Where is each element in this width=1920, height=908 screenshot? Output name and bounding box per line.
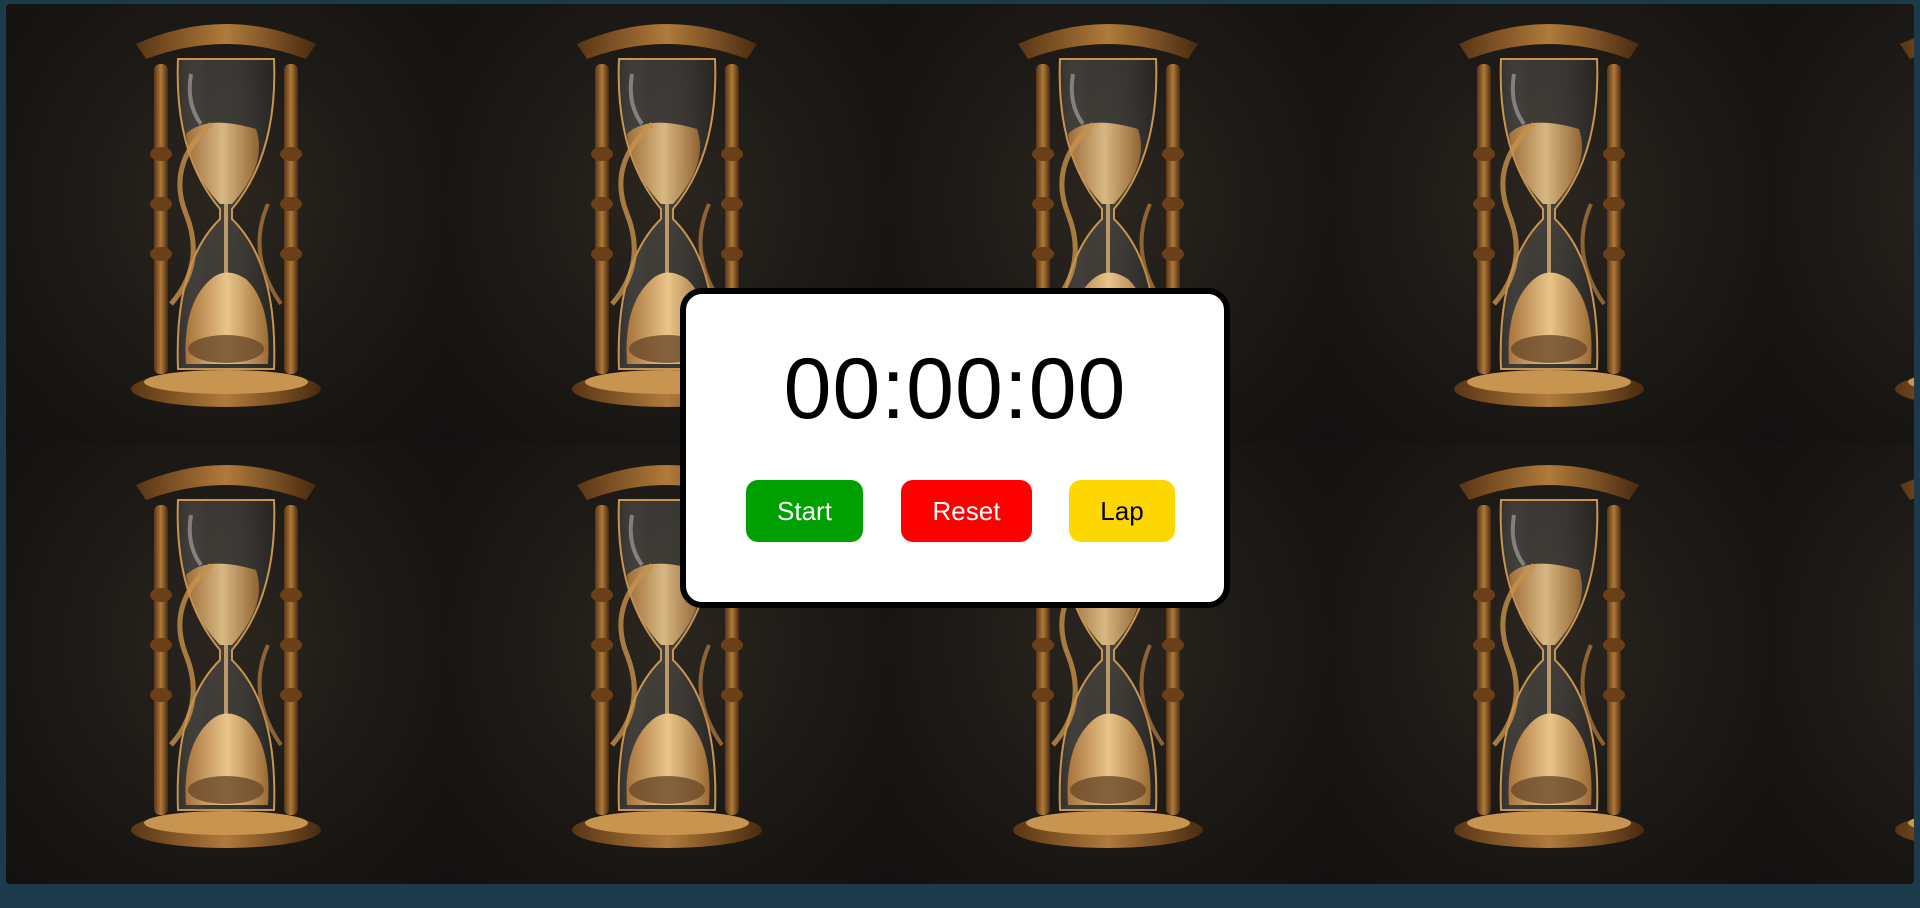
timer-display: 00:00:00 xyxy=(783,341,1127,437)
hourglass-icon xyxy=(1770,4,1914,445)
reset-button[interactable]: Reset xyxy=(901,480,1032,542)
stopwatch-card: 00:00:00 Start Reset Lap xyxy=(680,288,1230,608)
start-button[interactable]: Start xyxy=(746,480,863,542)
hourglass-icon xyxy=(6,4,447,445)
hourglass-icon xyxy=(1770,445,1914,884)
hourglass-icon xyxy=(1329,4,1770,445)
hourglass-icon xyxy=(1329,445,1770,884)
lap-button[interactable]: Lap xyxy=(1069,480,1175,542)
hourglass-icon xyxy=(6,445,447,884)
